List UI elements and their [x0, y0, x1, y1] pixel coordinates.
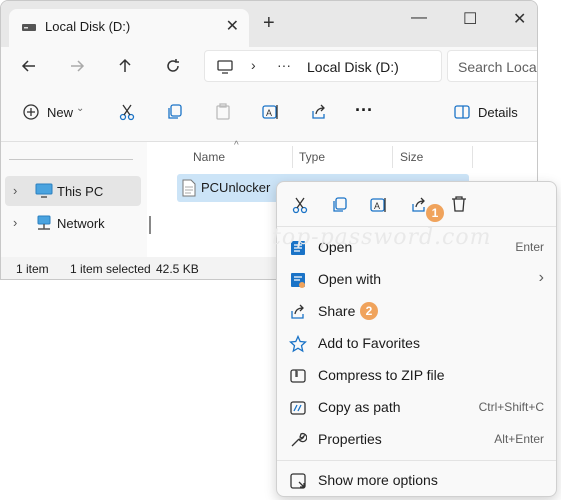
nav-divider: [9, 159, 133, 160]
menu-item-add-to-favorites[interactable]: Add to Favorites: [283, 328, 550, 358]
rename-icon[interactable]: A: [370, 196, 388, 214]
menu-item-properties[interactable]: Properties Alt+Enter: [283, 424, 550, 454]
close-button[interactable]: ✕: [513, 9, 526, 29]
svg-text:A: A: [374, 201, 380, 211]
zip-icon: [290, 369, 306, 383]
maximize-button[interactable]: ☐: [463, 9, 477, 29]
menu-item-shortcut: Ctrl+Shift+C: [478, 400, 544, 414]
sidebar-item-network[interactable]: › Network: [5, 208, 141, 238]
minimize-button[interactable]: —: [411, 9, 427, 27]
cut-icon[interactable]: [118, 103, 136, 121]
file-icon: [182, 179, 196, 197]
network-icon: [37, 215, 51, 230]
svg-text:A: A: [266, 108, 272, 118]
column-divider: [392, 146, 393, 168]
menu-item-label: Compress to ZIP file: [318, 367, 445, 383]
expand-chevron-icon[interactable]: ›: [13, 215, 17, 230]
tab-close-icon[interactable]: ✕: [226, 16, 239, 36]
submenu-chevron-icon: ›: [538, 269, 544, 286]
tab-title: Local Disk (D:): [45, 19, 131, 34]
column-header-size[interactable]: Size: [400, 150, 423, 164]
drive-icon: [22, 24, 36, 31]
copy-path-icon: [290, 401, 306, 415]
menu-item-shortcut: Alt+Enter: [494, 432, 544, 446]
breadcrumb-path[interactable]: Local Disk (D:): [307, 59, 399, 75]
menu-item-label: Show more options: [318, 472, 438, 488]
breadcrumb-ellipsis[interactable]: ···: [277, 57, 291, 73]
rename-icon[interactable]: A: [262, 103, 280, 121]
forward-arrow-icon[interactable]: [68, 57, 86, 75]
refresh-icon[interactable]: [164, 57, 182, 75]
monitor-icon: [217, 60, 233, 74]
address-bar[interactable]: › ··· Local Disk (D:): [204, 50, 442, 82]
copy-icon[interactable]: [166, 103, 184, 121]
details-button-label[interactable]: Details: [478, 105, 518, 120]
details-pane-icon[interactable]: [453, 103, 471, 121]
new-button-label[interactable]: New: [47, 105, 73, 120]
wrench-icon: [291, 432, 307, 447]
menu-item-label: Properties: [318, 431, 382, 447]
menu-item-share[interactable]: Share 2: [283, 296, 550, 326]
chevron-down-icon[interactable]: ⌄: [76, 103, 84, 114]
breadcrumb-chevron-icon: ›: [251, 57, 256, 73]
title-bar: Local Disk (D:) ✕ + — ☐ ✕: [1, 1, 537, 47]
item-count: 1 item: [16, 262, 49, 276]
menu-item-show-more-options[interactable]: Show more options: [283, 465, 550, 495]
menu-item-label: Share: [318, 303, 356, 319]
copy-icon[interactable]: [331, 196, 349, 214]
star-icon: [289, 335, 307, 353]
watermark: top-password.com: [272, 225, 492, 250]
sort-chevron-icon: ^: [234, 140, 239, 151]
menu-item-label: Copy as path: [318, 399, 401, 415]
monitor-icon: [35, 183, 53, 198]
menu-item-compress-zip[interactable]: Compress to ZIP file: [283, 360, 550, 390]
sidebar-item-label: Network: [57, 216, 105, 231]
address-bar-row: › ··· Local Disk (D:) Search Local: [1, 47, 537, 85]
search-placeholder: Search Local: [458, 59, 538, 75]
share-icon: [291, 304, 304, 319]
column-divider: [292, 146, 293, 168]
more-options-icon: [290, 473, 306, 489]
share-icon[interactable]: [310, 103, 328, 121]
open-with-icon: [291, 273, 305, 288]
tab-local-disk[interactable]: Local Disk (D:) ✕: [9, 9, 249, 47]
expand-chevron-icon[interactable]: ›: [13, 183, 17, 198]
paste-icon: [216, 103, 230, 120]
more-options-button[interactable]: ···: [355, 100, 373, 121]
plus-circle-icon[interactable]: [22, 103, 40, 121]
context-menu-quick-actions: A 1: [277, 182, 556, 226]
menu-item-copy-as-path[interactable]: Copy as path Ctrl+Shift+C: [283, 392, 550, 422]
search-box[interactable]: Search Local: [447, 50, 538, 82]
navigation-pane: › This PC › Network: [1, 142, 151, 257]
sidebar-item-label: This PC: [57, 184, 104, 199]
cut-icon[interactable]: [291, 196, 309, 214]
step-badge-1: 1: [426, 204, 444, 222]
menu-item-shortcut: Enter: [515, 240, 544, 254]
step-badge-2: 2: [360, 302, 378, 320]
column-divider: [472, 146, 473, 168]
column-header-type[interactable]: Type: [299, 150, 325, 164]
up-arrow-icon[interactable]: [116, 57, 134, 75]
scrollbar-thumb[interactable]: [149, 216, 151, 234]
command-bar: New ⌄ A ··· Details: [1, 85, 537, 142]
delete-icon[interactable]: [450, 195, 468, 213]
menu-item-label: Add to Favorites: [318, 335, 420, 351]
menu-item-label: Open with: [318, 271, 382, 287]
selection-count: 1 item selected: [70, 262, 151, 276]
file-name: PCUnlocker: [201, 180, 271, 195]
menu-separator: [277, 460, 556, 461]
column-header-name[interactable]: Name: [193, 150, 225, 164]
menu-item-open-with[interactable]: Open with ›: [283, 264, 550, 294]
new-tab-button[interactable]: +: [263, 13, 275, 33]
sidebar-item-this-pc[interactable]: › This PC: [5, 176, 141, 206]
back-arrow-icon[interactable]: [20, 57, 38, 75]
selection-size: 42.5 KB: [156, 262, 199, 276]
